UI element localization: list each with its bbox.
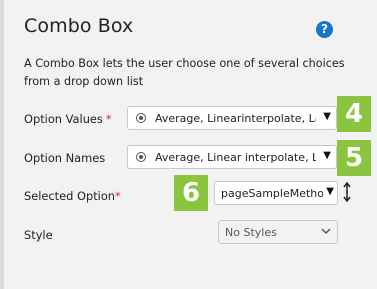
radio-dot-icon <box>136 113 146 123</box>
option-names-combo[interactable]: Average, Linear interpolate, Las... ▼ <box>127 145 337 169</box>
selected-option-value: pageSampleMethod <box>221 187 323 200</box>
vertical-resize-icon[interactable] <box>342 181 352 203</box>
style-value: No Styles <box>225 226 277 239</box>
help-icon[interactable]: ? <box>316 21 333 38</box>
option-names-value: Average, Linear interpolate, Las... <box>155 151 316 164</box>
option-values-value: Average, Linearinterpolate, Last... <box>155 112 316 125</box>
option-values-label: Option Values * <box>24 112 112 126</box>
chevron-down-icon <box>321 228 331 235</box>
selected-option-combo[interactable]: pageSampleMethod ▼ <box>214 181 338 205</box>
combo-box-properties-panel: Combo Box ? A Combo Box lets the user ch… <box>4 0 377 289</box>
panel-title: Combo Box <box>24 15 134 37</box>
style-label: Style <box>24 228 53 242</box>
callout-badge-6: 6 <box>174 175 208 211</box>
option-values-label-text: Option Values <box>24 112 103 126</box>
caret-down-icon[interactable]: ▼ <box>326 186 334 197</box>
required-marker: * <box>115 189 121 203</box>
selected-option-label: Selected Option* <box>24 189 121 203</box>
caret-down-icon[interactable]: ▼ <box>323 111 331 122</box>
required-marker: * <box>105 112 112 126</box>
radio-dot-icon <box>136 152 146 162</box>
style-select[interactable]: No Styles <box>218 220 338 244</box>
callout-badge-5: 5 <box>337 140 371 176</box>
caret-down-icon[interactable]: ▼ <box>323 150 331 161</box>
option-values-combo[interactable]: Average, Linearinterpolate, Last... ▼ <box>127 106 337 130</box>
selected-option-label-text: Selected Option <box>24 189 116 203</box>
option-names-label: Option Names <box>24 151 106 165</box>
callout-badge-4: 4 <box>337 96 371 132</box>
panel-description: A Combo Box lets the user choose one of … <box>24 57 345 88</box>
